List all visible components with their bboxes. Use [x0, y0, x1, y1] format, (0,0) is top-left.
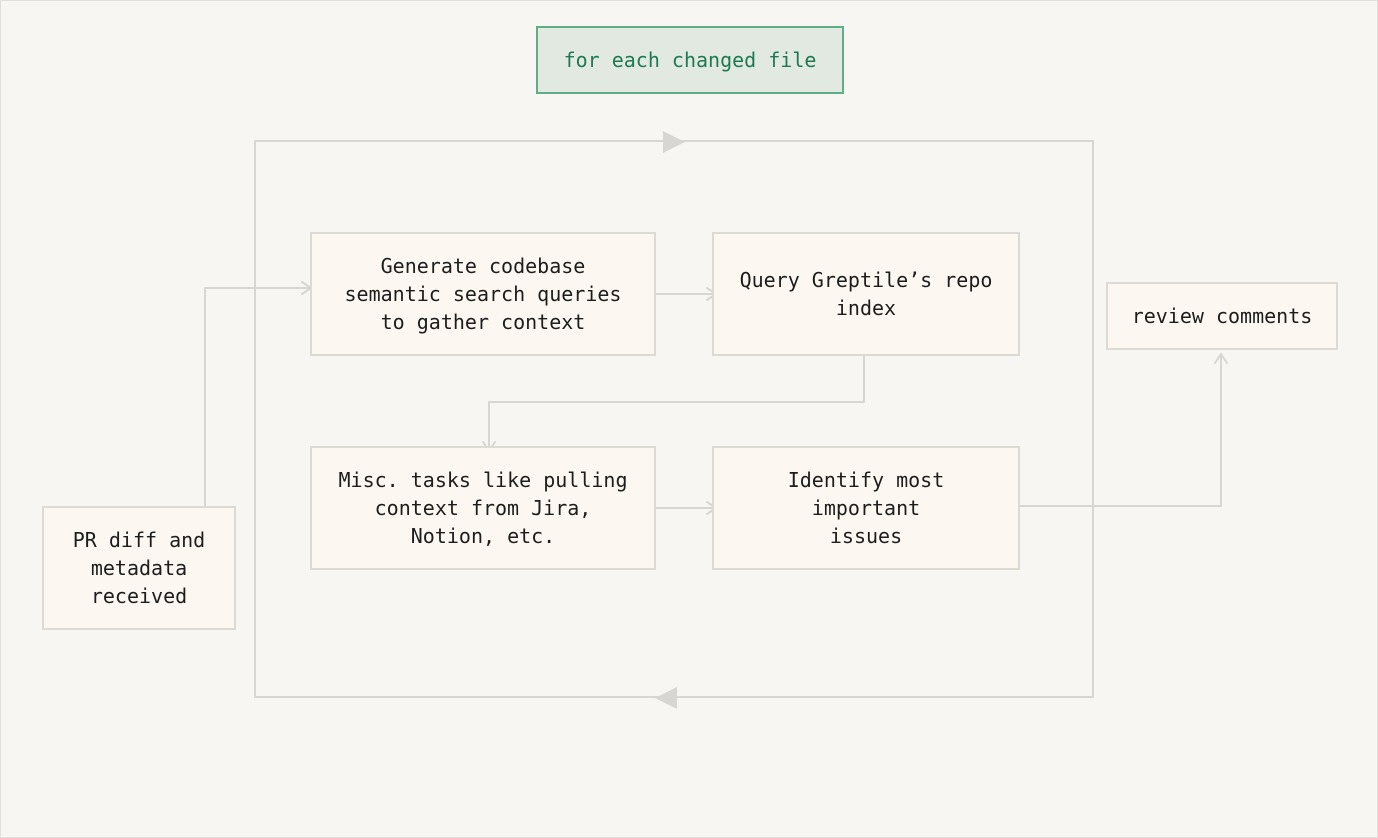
loop-label: for each changed file	[536, 26, 844, 94]
node-review-comments: review comments	[1106, 282, 1338, 350]
node-pr-diff-received: PR diff and metadata received	[42, 506, 236, 630]
node-misc-tasks: Misc. tasks like pulling context from Ji…	[310, 446, 656, 570]
edge-pr-to-generate	[204, 287, 311, 508]
node-identify-issues: Identify most important issues	[712, 446, 1020, 570]
node-query-repo-index: Query Greptile’s repo index	[712, 232, 1020, 356]
flow-diagram: for each changed file PR diff and metada…	[0, 0, 1378, 838]
loop-arrowhead-right	[663, 131, 685, 153]
diagram-connectors	[204, 131, 1228, 709]
loop-arrowhead-left	[655, 687, 677, 709]
node-generate-search-queries: Generate codebase semantic search querie…	[310, 232, 656, 356]
edge-query-to-misc	[488, 355, 865, 451]
edge-identify-to-comments	[1019, 354, 1222, 507]
loop-frame	[254, 140, 1094, 698]
